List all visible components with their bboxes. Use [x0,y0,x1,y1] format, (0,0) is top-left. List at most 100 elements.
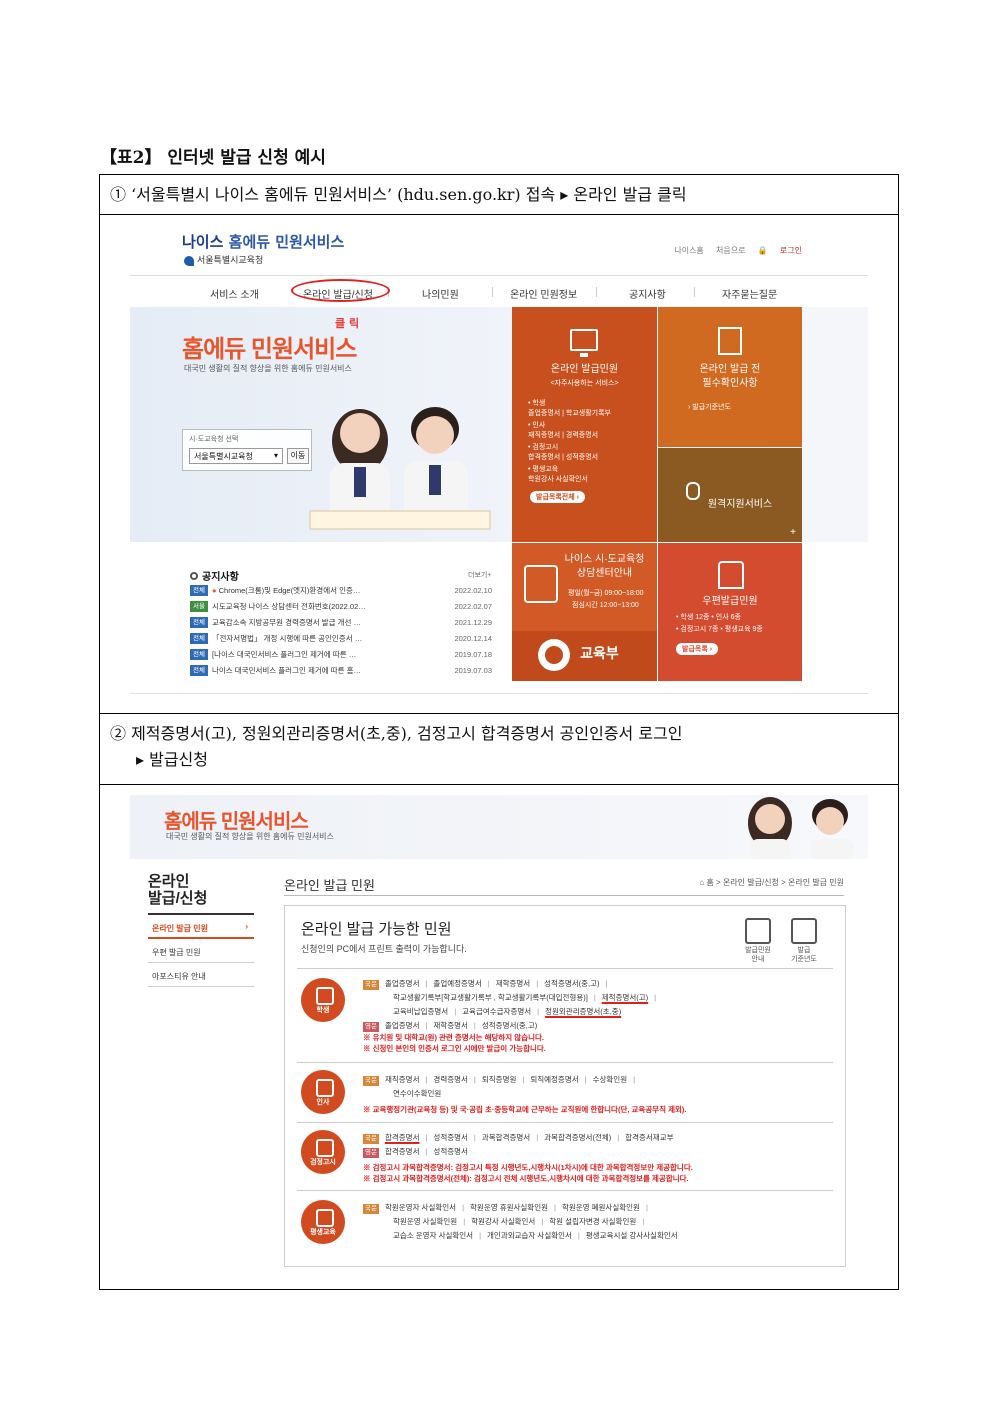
doc-link[interactable]: 성적증명서 [433,1147,468,1156]
circle-icon [190,572,198,580]
nav-online-info[interactable]: 온라인 민원정보 [510,286,577,301]
doc-link-dismissal[interactable]: 제적증명서(고) [602,993,648,1002]
category-lifelong: 평생교육 [301,1200,345,1244]
online-issue-tile[interactable]: 온라인 발급민원 <자주사용하는 서비스> • 학생 졸업증명서 | 학교생활기… [512,307,657,542]
doc-link[interactable]: 과목합격증명서 [482,1133,530,1142]
moe-tile[interactable]: 교육부 [512,631,657,681]
site-logo[interactable]: 나이스 홈에듀 민원서비스 [182,231,344,252]
mail-issue-tile[interactable]: 우편발급민원 • 학생 12종 • 인사 6종 • 검정고시 7종 • 평생교육… [658,543,802,681]
homepage-screenshot: 나이스 홈에듀 민원서비스 서울특별시교육청 나이스홈 처음으로 🔒 로그인 서… [130,223,868,701]
region-selector: 시·도교육청 선택 서울특별시교육청 ▾ 이동 [182,429,312,471]
breadcrumb: ⌂ 홈 > 온라인 발급/신청 > 온라인 발급 민원 [699,878,844,887]
nav-service-intro[interactable]: 서비스 소개 [210,286,259,301]
category-student: 학생 [301,978,345,1022]
calendar-icon[interactable] [791,918,817,944]
notice-row[interactable]: 전체 나이스 대국민서비스 플러그인 제거에 따른 홈… 2019.07.03 [190,665,492,679]
doc-link[interactable]: 성적증명서(중,고) [544,979,599,988]
doc-link[interactable]: 학원운영자 사실확인서 [385,1203,456,1212]
doc-link[interactable]: 경력증명서 [433,1075,468,1084]
doc-link[interactable]: 학원운영 휴원사실확인원 [470,1203,548,1212]
side-item-mail[interactable]: 우편 발급 민원 [148,941,254,963]
doc-link[interactable]: 재학증명서 [496,979,531,988]
step1-heading: ① ‘서울특별시 나이스 홈에듀 민원서비스’ (hdu.sen.go.kr) … [100,175,898,215]
side-item-online[interactable]: 온라인 발급 민원 › [148,917,254,939]
hero-title: 홈에듀 민원서비스 [182,336,357,363]
doc-link[interactable]: 졸업증명서 [385,979,420,988]
notice-row[interactable]: 전체 [나이스 대국민서비스 플러그인 제거에 따른 … 2019.07.18 [190,649,492,663]
office-logo: 서울특별시교육청 [184,253,263,266]
panel-title: 온라인 발급 가능한 민원 [301,921,452,938]
doc-link[interactable]: 교습소 운영자 사실확인서 [393,1231,473,1240]
doc-link[interactable]: 개인과외교습자 사실확인서 [487,1231,572,1240]
doc-link[interactable]: 성적증명서 [433,1133,468,1142]
doc-link[interactable]: 학교생활기록부[학교생활기록부 , 학교생활기록부(대입전형용)] [393,993,588,1002]
remote-support-tile[interactable]: 원격지원서비스 + [658,448,802,542]
doc-link[interactable]: 교육급여수급자증명서 [462,1007,531,1016]
checklist-icon [718,327,742,355]
notice-row[interactable]: 서울 시도교육청 나이스 상담센터 전화번호(2022.02… 2022.02.07 [190,601,492,615]
login-link[interactable]: 🔒 로그인 [758,246,802,255]
doc-link-ged-pass[interactable]: 합격증명서 [385,1133,420,1142]
doc-link[interactable]: 교육비납입증명서 [393,1007,448,1016]
banner-subtitle: 대국민 생활의 질적 향상을 위한 홈에듀 민원서비스 [166,832,334,841]
category-hr: 인사 [301,1070,345,1114]
category-ged: 검정고시 [301,1130,345,1174]
highlight-circle [291,279,390,302]
issue-year-link[interactable]: › 발급기준년도 [688,403,731,413]
mailbox-icon [718,561,744,589]
banner-title: 홈에듀 민원서비스 [164,811,309,833]
doc-link[interactable]: 수상확인원 [593,1075,628,1084]
region-go-button[interactable]: 이동 [287,448,309,464]
document-title: 【표2】 인터넷 발급 신청 예시 [100,148,326,168]
notice-row[interactable]: 전체 교육감소속 지방공무원 경력증명서 발급 개선 … 2021.12.29 [190,617,492,631]
nav-my-requests[interactable]: 나의민원 [422,286,459,301]
doc-link[interactable]: 합격증서재교부 [625,1133,673,1142]
doc-link[interactable]: 합격증명서 [385,1147,420,1156]
chevron-down-icon: ▾ [273,451,278,460]
doc-link[interactable]: 졸업예정증명서 [433,979,481,988]
doc-link[interactable]: 연수이수확인원 [393,1088,441,1100]
notice-more-link[interactable]: 더보기+ [468,570,491,580]
doc-link[interactable]: 평생교육시설 강사사실확인서 [586,1231,678,1240]
nav-notices[interactable]: 공지사항 [629,286,666,301]
panel-subtitle: 신청인의 PC에서 프린트 출력이 가능합니다. [301,944,467,954]
doc-link[interactable]: 성적증명서(중,고) [482,1021,537,1030]
doc-link[interactable]: 졸업증명서 [385,1021,420,1030]
notice-row[interactable]: 전체 ● Chrome(크롬)및 Edge(엣지)환경에서 인증… 2022.02.… [190,585,492,599]
issue-panel: 온라인 발급 가능한 민원 신청인의 PC에서 프린트 출력이 가능합니다. 발… [284,905,846,1267]
monitor-icon [570,329,598,357]
doc-link[interactable]: 퇴직증명원 [482,1075,517,1084]
mail-list-button[interactable]: 발급목록 › [676,643,719,655]
students-illustration [748,797,854,859]
doc-link[interactable]: 퇴직예정증명서 [530,1075,578,1084]
top-links: 나이스홈 처음으로 🔒 로그인 [664,245,802,256]
doc-link[interactable]: 과목합격증명서(전체) [544,1133,611,1142]
side-title: 온라인 발급/신청 [148,873,208,907]
side-item-apostille[interactable]: 아포스티유 안내 [148,965,254,987]
doc-link[interactable]: 재직증명서 [385,1075,420,1084]
main-nav: 서비스 소개 온라인 발급/신청 나의민원 온라인 민원정보 공지사항 자주묻는… [130,275,868,305]
doc-link[interactable]: 학원운영 사실확인원 [393,1217,457,1226]
notice-heading: 공지사항 [190,568,239,583]
students-illustration [309,407,491,530]
home-link[interactable]: 처음으로 [716,246,745,255]
online-issue-screenshot: 홈에듀 민원서비스 대국민 생활의 질적 향상을 위한 홈에듀 민원서비스 온라… [130,795,868,1273]
notice-row[interactable]: 전체 「전자서명법」 개정 시행에 따른 공인인증서 … 2020.12.14 [190,633,492,647]
nav-faq[interactable]: 자주묻는질문 [722,286,777,301]
chevron-right-icon: › [245,922,248,931]
example-table: ① ‘서울특별시 나이스 홈에듀 민원서비스’ (hdu.sen.go.kr) … [99,174,899,1290]
doc-link-extra-quota[interactable]: 정원외관리증명서(초,중) [545,1007,621,1016]
issue-list-button[interactable]: 발급목록전체 › [530,491,585,503]
doc-link[interactable]: 학원강사 사실확인서 [471,1217,535,1226]
step2-heading: ② 제적증명서(고), 정원외관리증명서(초,중), 검정고시 합격증명서 공인… [100,713,898,785]
region-select[interactable]: 서울특별시교육청 ▾ [189,448,283,464]
precheck-tile[interactable]: 온라인 발급 전 필수확인사항 › 발급기준년도 [658,307,802,447]
plus-icon: + [790,527,796,538]
page-title: 온라인 발급 민원 [284,878,375,893]
emblem-icon [184,255,194,266]
doc-link[interactable]: 재학증명서 [433,1021,468,1030]
document-icon[interactable] [745,918,771,944]
doc-link[interactable]: 학원운영 폐원사실확인원 [562,1203,640,1212]
neis-home-link[interactable]: 나이스홈 [674,246,703,255]
doc-link[interactable]: 학원 설립자변경 사실확인원 [549,1217,636,1226]
